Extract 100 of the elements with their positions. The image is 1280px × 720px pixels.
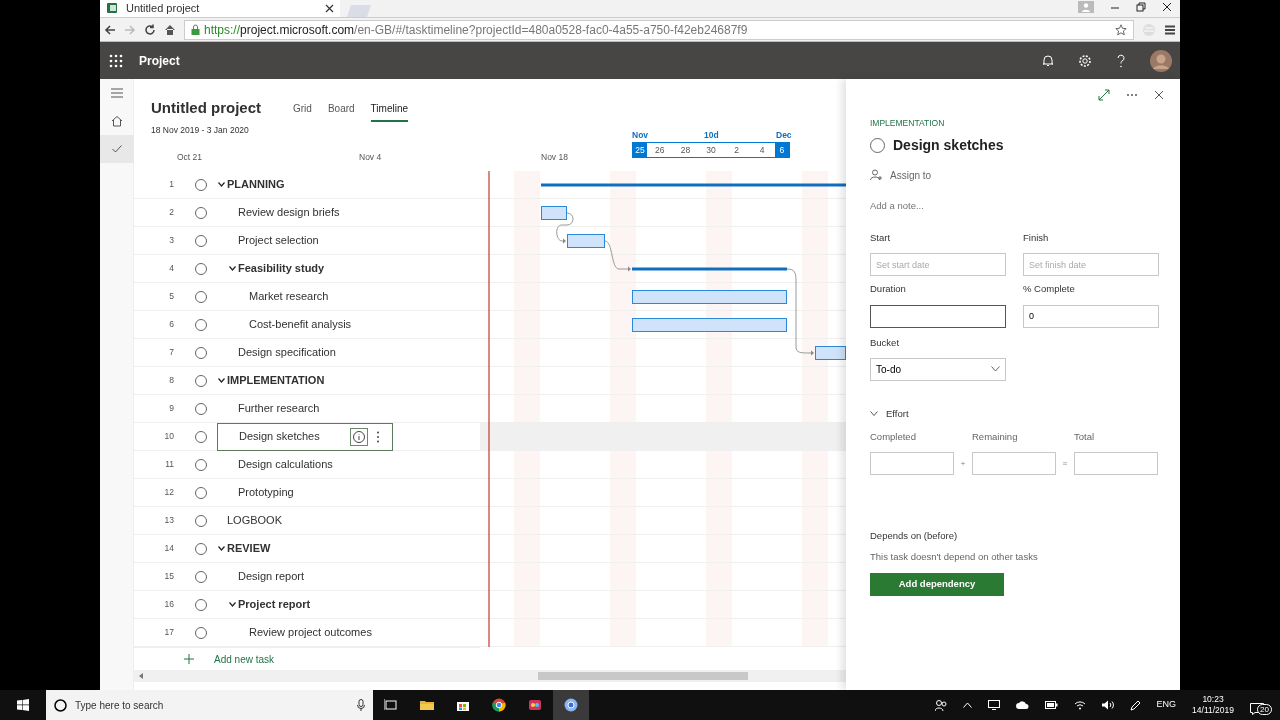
task-bar[interactable] xyxy=(567,234,605,248)
language-indicator[interactable]: ENG xyxy=(1156,698,1177,712)
task-row[interactable]: 1 PLANNING xyxy=(134,171,480,199)
speaker-icon[interactable] xyxy=(1101,700,1114,710)
chevron-icon[interactable] xyxy=(229,266,236,271)
task-name[interactable]: Review design briefs xyxy=(238,204,389,221)
task-name[interactable]: Project selection xyxy=(238,232,389,249)
tab-title: Untitled project xyxy=(126,0,201,16)
search-field[interactable]: Type here to search xyxy=(46,690,373,720)
task-bar[interactable] xyxy=(815,346,846,360)
task-row[interactable]: 15 Design report xyxy=(134,563,480,591)
chevron-icon[interactable] xyxy=(218,546,225,551)
task-bar[interactable] xyxy=(541,206,567,220)
task-row[interactable]: 14 REVIEW xyxy=(134,535,480,563)
input-field[interactable] xyxy=(870,304,1006,328)
restore-icon[interactable] xyxy=(1136,2,1146,12)
info-icon[interactable] xyxy=(350,427,368,446)
task-name[interactable]: Design calculations xyxy=(238,456,389,473)
task-name[interactable]: LOGBOOK xyxy=(227,512,389,529)
task-name[interactable]: Design specification xyxy=(238,344,389,361)
star-icon[interactable] xyxy=(1115,23,1127,36)
task-row[interactable]: 2 Review design briefs xyxy=(134,199,480,227)
task-name[interactable]: Project report xyxy=(238,596,389,613)
task-row[interactable]: 13 LOGBOOK xyxy=(134,507,480,535)
browser-icon[interactable] xyxy=(564,698,578,712)
view-tab[interactable]: Board xyxy=(327,101,355,122)
chevron-icon[interactable] xyxy=(218,182,225,187)
task-row[interactable]: 6 Cost-benefit analysis xyxy=(134,311,480,339)
browser-icon[interactable] xyxy=(492,698,506,712)
close-icon[interactable] xyxy=(1154,90,1164,100)
task-row[interactable]: 5 Market research xyxy=(134,283,480,311)
task-row[interactable]: 3 Project selection xyxy=(134,227,480,255)
scroll-left-icon[interactable] xyxy=(138,673,144,679)
assign-button[interactable]: Assign to xyxy=(870,167,1158,183)
microphone-icon[interactable] xyxy=(357,699,365,711)
add-dependency-button[interactable]: Add dependency xyxy=(870,572,1004,596)
bucket-dropdown[interactable]: To-do xyxy=(870,357,1006,381)
date-range-selector[interactable]: 25 26 28 30 2 4 6 xyxy=(632,142,790,158)
task-bar[interactable] xyxy=(632,318,787,332)
address-bar[interactable]: https://project.microsoft.com/en-GB/#/tasktimeline?projectId=480a0528-fac0-4a55-a750-f42eb24687f9 xyxy=(184,19,1134,40)
close-icon[interactable] xyxy=(1162,2,1172,12)
task-name[interactable]: Further research xyxy=(238,400,389,417)
task-name-field[interactable]: Design sketches xyxy=(217,422,393,451)
chevron-icon[interactable] xyxy=(218,378,225,383)
folder-icon[interactable] xyxy=(420,698,434,712)
task-row[interactable]: 9 Further research xyxy=(134,395,480,423)
app-launcher-icon[interactable] xyxy=(109,53,123,68)
task-row[interactable]: 10 Design sketches xyxy=(134,423,480,451)
menu-icon[interactable] xyxy=(1164,23,1176,36)
task-row[interactable]: 7 Design specification xyxy=(134,339,480,367)
clock[interactable]: 10:23 14/11/2019 xyxy=(1192,694,1234,716)
settings-icon[interactable] xyxy=(1078,53,1092,68)
task-name[interactable]: Cost-benefit analysis xyxy=(249,316,389,333)
add-task-button[interactable]: Add new task xyxy=(184,651,275,667)
task-row[interactable]: 11 Design calculations xyxy=(134,451,480,479)
task-name[interactable]: Prototyping xyxy=(238,484,389,501)
task-row[interactable]: 4 Feasibility study xyxy=(134,255,480,283)
wifi-icon[interactable] xyxy=(1073,700,1086,710)
scrollbar-thumb[interactable] xyxy=(538,672,748,680)
more-icon[interactable] xyxy=(1126,93,1138,97)
task-bar[interactable] xyxy=(632,290,787,304)
photo-app-icon[interactable] xyxy=(528,698,542,712)
task-name[interactable]: IMPLEMENTATION xyxy=(227,372,389,389)
task-name[interactable]: Review project outcomes xyxy=(249,624,389,641)
expand-icon[interactable] xyxy=(1098,89,1110,101)
more-icon[interactable] xyxy=(376,430,380,443)
effort-toggle[interactable]: Effort xyxy=(870,406,1158,421)
caret-icon xyxy=(991,366,1000,373)
back-icon[interactable] xyxy=(104,23,116,36)
view-tab[interactable]: Timeline xyxy=(370,101,409,122)
task-row[interactable]: 8 IMPLEMENTATION xyxy=(134,367,480,395)
task-name[interactable]: Feasibility study xyxy=(238,260,389,277)
summary-bar[interactable] xyxy=(632,267,787,271)
battery-icon[interactable] xyxy=(1044,701,1058,709)
task-name[interactable]: PLANNING xyxy=(227,176,389,193)
people-icon[interactable] xyxy=(934,699,947,711)
task-view-icon[interactable] xyxy=(384,698,398,712)
notifications-button[interactable]: 20 xyxy=(1250,695,1272,715)
task-row[interactable]: 17 Review project outcomes xyxy=(134,619,480,647)
close-icon[interactable] xyxy=(325,3,334,13)
reload-icon[interactable] xyxy=(144,23,156,36)
cloud-icon[interactable] xyxy=(1015,701,1029,709)
help-icon[interactable] xyxy=(1116,53,1126,68)
task-row[interactable]: 16 Project report xyxy=(134,591,480,619)
field-label: Completed xyxy=(870,430,917,444)
summary-bar[interactable] xyxy=(541,183,846,187)
task-name[interactable]: Market research xyxy=(249,288,389,305)
browser-tab[interactable]: Untitled project xyxy=(100,0,340,17)
bell-icon[interactable] xyxy=(1042,54,1054,67)
avatar-icon[interactable] xyxy=(1150,49,1172,72)
task-name[interactable]: Design report xyxy=(238,568,389,585)
home-icon[interactable] xyxy=(164,23,176,36)
caret-up-icon[interactable] xyxy=(962,702,972,708)
chevron-icon[interactable] xyxy=(229,602,236,607)
monitor-icon[interactable] xyxy=(987,700,1000,710)
input-field[interactable]: 0 xyxy=(1023,304,1159,328)
task-row[interactable]: 12 Prototyping xyxy=(134,479,480,507)
pen-icon[interactable] xyxy=(1129,699,1141,711)
task-name[interactable]: REVIEW xyxy=(227,540,389,557)
view-tab[interactable]: Grid xyxy=(293,101,312,122)
